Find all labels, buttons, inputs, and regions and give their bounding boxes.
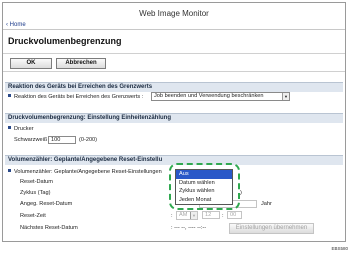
button-bar: OK Abbrechen: [3, 53, 345, 72]
ampm-select-value: AM: [179, 212, 188, 218]
home-link-label[interactable]: Home: [10, 22, 26, 28]
dropdown-option-every-month[interactable]: Jeden Monat: [176, 196, 232, 205]
hour-input[interactable]: 12: [202, 211, 220, 219]
bullet-icon: [8, 94, 11, 97]
next-reset-date-value: : --- --, ---- --:--: [171, 225, 207, 231]
header-divider: [3, 29, 345, 30]
minute-input[interactable]: 00: [227, 211, 242, 219]
bullet-icon: [8, 126, 11, 129]
time-colon: :: [222, 213, 224, 219]
next-reset-date-label: Nächstes Reset-Datum: [20, 225, 78, 231]
bullet-icon: [8, 169, 11, 172]
dropdown-option-choose-cycle[interactable]: Zyklus wählen: [176, 187, 232, 196]
dropdown-option-choose-date[interactable]: Datum wählen: [176, 179, 232, 188]
cycle-label: Zyklus (Tag): [20, 190, 51, 196]
page-title: Druckvolumenbegrenzung: [8, 36, 122, 46]
bw-input[interactable]: 100: [48, 136, 76, 144]
volume-reset-label: Volumenzähler: Geplante/Angegebene Reset…: [14, 169, 162, 175]
ok-button[interactable]: OK: [10, 58, 52, 69]
ampm-select[interactable]: AM ▼: [176, 211, 198, 220]
limit-reaction-select-value: Job beenden und Verwendung beschränken: [154, 93, 264, 99]
printer-row: Drucker: [8, 125, 34, 133]
figure-code: EBS580: [331, 246, 348, 251]
dropdown-option-off[interactable]: Aus: [176, 170, 232, 179]
reset-date-label: Reset-Datum: [20, 179, 53, 185]
browser-frame: Web Image Monitor ‹ Home Druckvolumenbeg…: [2, 2, 346, 242]
back-chevron-icon: ‹: [6, 22, 8, 28]
limit-reaction-row: Reaktion des Geräts bei Erreichen des Gr…: [8, 93, 143, 101]
app-title: Web Image Monitor: [139, 9, 209, 18]
home-link[interactable]: ‹ Home: [6, 22, 26, 28]
specified-reset-date-label: Angeg. Reset-Datum: [20, 201, 73, 207]
bw-range: (0-200): [79, 137, 98, 143]
printer-label: Drucker: [14, 126, 34, 132]
cancel-button[interactable]: Abbrechen: [56, 58, 106, 69]
limit-reaction-label: Reaktion des Geräts bei Erreichen des Gr…: [14, 94, 144, 100]
chevron-down-icon: ▼: [282, 93, 289, 100]
cycle-hint: ): [240, 190, 242, 196]
chevron-down-icon: ▼: [190, 212, 197, 219]
reset-mode-dropdown[interactable]: Aus Datum wählen Zyklus wählen Jeden Mon…: [175, 169, 233, 205]
apply-settings-button[interactable]: Einstellungen übernehmen: [229, 223, 314, 234]
section-header-limit-reaction: Reaktion des Geräts bei Erreichen des Gr…: [5, 82, 343, 92]
section-header-unit-count: Druckvolumenbegrenzung: Einstellung Einh…: [5, 113, 343, 123]
bw-label: Schwarzweiß :: [14, 137, 51, 143]
reset-time-label: Reset-Zeit: [20, 213, 46, 219]
limit-reaction-select[interactable]: Job beenden und Verwendung beschränken ▼: [151, 92, 290, 101]
colon-separator: :: [171, 213, 173, 219]
year-label: Jahr: [261, 201, 272, 207]
volume-reset-row: Volumenzähler: Geplante/Angegebene Reset…: [8, 168, 162, 176]
